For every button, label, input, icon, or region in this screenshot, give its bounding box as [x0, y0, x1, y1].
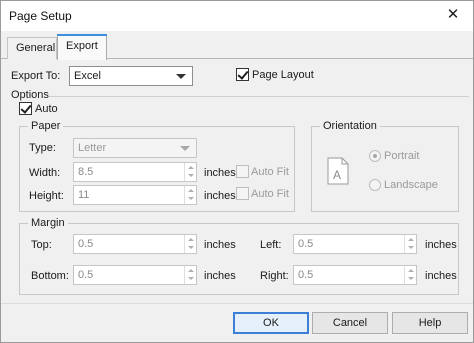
spinner-arrows-icon[interactable]: [184, 266, 196, 284]
height-autofit-checkbox[interactable]: [236, 187, 249, 200]
page-layout-label: Page Layout: [252, 69, 314, 81]
landscape-radio[interactable]: [369, 179, 381, 191]
margin-bottom-label: Bottom:: [31, 270, 69, 282]
paper-type-label: Type:: [29, 142, 56, 154]
export-to-dropdown[interactable]: Excel: [69, 66, 193, 86]
auto-label: Auto: [35, 103, 58, 115]
margin-bottom-value: 0.5: [78, 269, 94, 281]
width-autofit-checkbox[interactable]: [236, 165, 249, 178]
options-divider: [49, 96, 469, 97]
paper-group-title: Paper: [28, 120, 64, 132]
spinner-arrows-icon[interactable]: [184, 235, 196, 253]
paper-type-value: Letter: [78, 142, 107, 154]
paper-width-label: Width:: [29, 167, 61, 179]
ok-button[interactable]: OK: [233, 312, 309, 334]
portrait-radio[interactable]: [369, 150, 381, 162]
tab-export[interactable]: Export: [57, 34, 107, 60]
auto-checkbox[interactable]: [19, 102, 32, 115]
close-icon[interactable]: ✕: [445, 7, 461, 23]
page-icon-letter: A: [333, 168, 341, 182]
margin-left-value: 0.5: [298, 238, 314, 250]
margin-top-unit: inches: [204, 239, 236, 251]
margin-right-spinner[interactable]: 0.5: [293, 265, 417, 285]
paper-height-value: 11: [78, 189, 90, 201]
paper-width-spinner[interactable]: 8.5: [73, 162, 197, 182]
paper-type-dropdown[interactable]: Letter: [73, 138, 197, 158]
margin-left-unit: inches: [425, 239, 457, 251]
margin-bottom-unit: inches: [204, 270, 236, 282]
paper-width-value: 8.5: [78, 166, 94, 178]
page-portrait-icon: A: [327, 157, 349, 185]
dialog-footer: OK Cancel Help: [1, 303, 473, 343]
margin-top-label: Top:: [31, 239, 52, 251]
margin-left-spinner[interactable]: 0.5: [293, 234, 417, 254]
export-tab-panel: Export To: Excel Page Layout Options Aut…: [1, 59, 473, 303]
margin-right-label: Right:: [260, 270, 289, 282]
margin-top-spinner[interactable]: 0.5: [73, 234, 197, 254]
export-to-value: Excel: [74, 70, 101, 82]
margin-group-title: Margin: [28, 217, 68, 229]
width-autofit-label: Auto Fit: [251, 166, 289, 178]
dialog-title: Page Setup: [9, 9, 72, 23]
margin-left-label: Left:: [260, 239, 282, 251]
portrait-label: Portrait: [384, 150, 420, 162]
chevron-down-icon: [180, 146, 190, 151]
landscape-label: Landscape: [384, 179, 438, 191]
paper-height-unit: inches: [204, 190, 236, 202]
paper-height-label: Height:: [29, 190, 64, 202]
height-autofit-label: Auto Fit: [251, 188, 289, 200]
margin-bottom-spinner[interactable]: 0.5: [73, 265, 197, 285]
page-setup-dialog: Page Setup ✕ General Export Export To: E…: [0, 0, 474, 343]
cancel-button[interactable]: Cancel: [312, 312, 388, 334]
paper-height-spinner[interactable]: 11: [73, 185, 197, 205]
spinner-arrows-icon[interactable]: [184, 186, 196, 204]
tab-general[interactable]: General: [7, 37, 57, 59]
spinner-arrows-icon[interactable]: [404, 266, 416, 284]
export-to-label: Export To:: [11, 70, 61, 82]
spinner-arrows-icon[interactable]: [404, 235, 416, 253]
margin-top-value: 0.5: [78, 238, 94, 250]
page-layout-checkbox[interactable]: [236, 68, 249, 81]
margin-right-unit: inches: [425, 270, 457, 282]
help-button[interactable]: Help: [392, 312, 468, 334]
title-bar: Page Setup ✕: [1, 1, 473, 31]
margin-right-value: 0.5: [298, 269, 314, 281]
paper-width-unit: inches: [204, 167, 236, 179]
orientation-group-title: Orientation: [320, 120, 380, 132]
tab-bar: General Export: [1, 31, 473, 60]
chevron-down-icon: [176, 74, 186, 79]
options-label: Options: [11, 89, 49, 101]
spinner-arrows-icon[interactable]: [184, 163, 196, 181]
